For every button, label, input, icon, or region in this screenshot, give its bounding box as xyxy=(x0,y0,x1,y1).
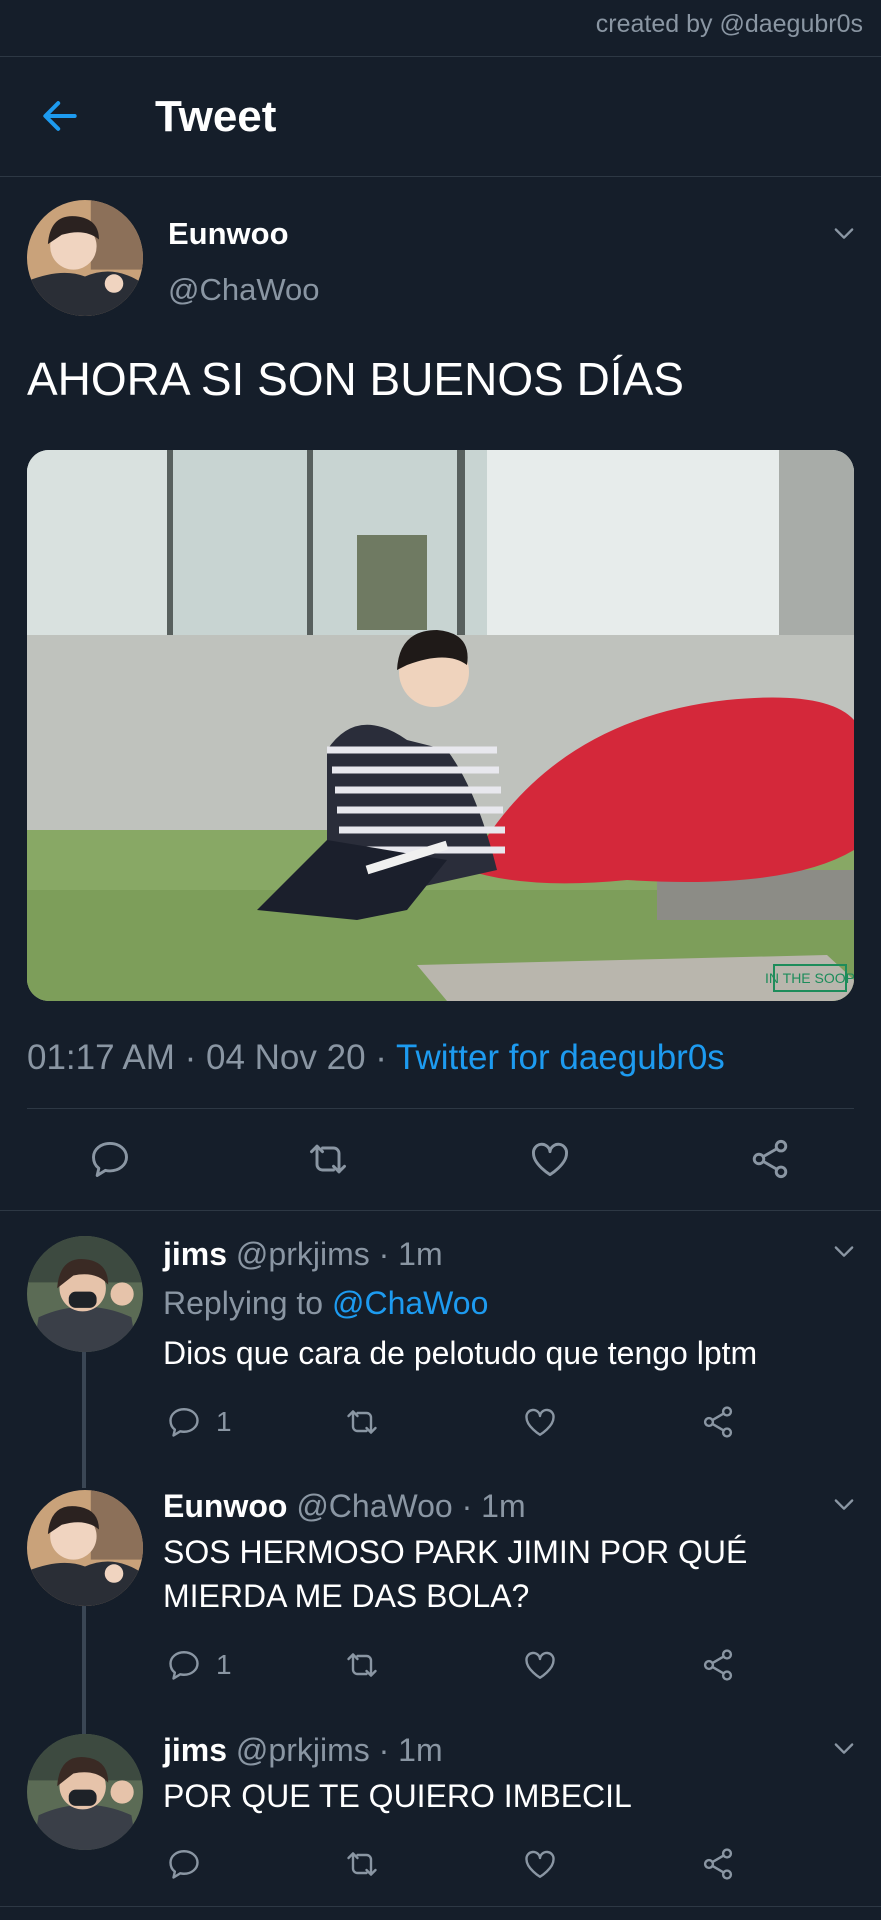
reply-text: POR QUE TE QUIERO IMBECIL xyxy=(163,1778,632,1814)
reply-text: SOS HERMOSO PARK JIMIN POR QUÉ MIERDA ME… xyxy=(163,1530,747,1618)
meta-divider xyxy=(27,1108,854,1109)
retweet-icon[interactable] xyxy=(344,1647,380,1683)
page-title: Tweet xyxy=(155,92,277,141)
reply-author-name[interactable]: jims xyxy=(163,1236,227,1272)
retweet-icon[interactable] xyxy=(344,1404,380,1440)
tweet-photo[interactable]: IN THE SOOP xyxy=(27,450,854,1001)
retweet-icon[interactable] xyxy=(306,1137,350,1181)
chevron-down-icon[interactable] xyxy=(830,1237,858,1265)
bottom-divider xyxy=(0,1906,881,1907)
like-icon[interactable] xyxy=(528,1137,572,1181)
photo-image: IN THE SOOP xyxy=(27,450,854,1001)
author-handle[interactable]: @ChaWoo xyxy=(168,272,320,308)
avatar[interactable] xyxy=(27,200,143,316)
reply-handle-time: @prkjims · 1m xyxy=(227,1236,443,1272)
tweet-meta: 01:17 AM · 04 Nov 20 · Twitter for daegu… xyxy=(27,1038,725,1078)
thread-line xyxy=(82,1352,86,1488)
like-icon[interactable] xyxy=(522,1647,558,1683)
reply-text: Dios que cara de pelotudo que tengo lptm xyxy=(163,1335,758,1371)
watermark-credit: created by @daegubr0s xyxy=(595,10,863,38)
share-icon[interactable] xyxy=(748,1137,792,1181)
top-divider xyxy=(0,56,881,57)
reply-icon[interactable] xyxy=(166,1846,202,1882)
reply-author-name[interactable]: Eunwoo xyxy=(163,1488,287,1524)
reply-icon[interactable] xyxy=(166,1404,202,1440)
replying-to: Replying to @ChaWoo xyxy=(163,1285,488,1322)
avatar[interactable] xyxy=(27,1236,143,1352)
reply-icon[interactable] xyxy=(166,1647,202,1683)
chevron-down-icon[interactable] xyxy=(830,1734,858,1762)
like-icon[interactable] xyxy=(522,1404,558,1440)
replying-mention-link[interactable]: @ChaWoo xyxy=(332,1285,488,1321)
share-icon[interactable] xyxy=(700,1647,736,1683)
avatar[interactable] xyxy=(27,1734,143,1850)
actions-divider xyxy=(0,1210,881,1211)
share-icon[interactable] xyxy=(700,1404,736,1440)
tweet-source-link[interactable]: Twitter for daegubr0s xyxy=(396,1038,725,1077)
chevron-down-icon[interactable] xyxy=(830,219,858,247)
author-name[interactable]: Eunwoo xyxy=(168,216,289,252)
back-arrow-icon[interactable] xyxy=(38,94,82,138)
tweet-text: AHORA SI SON BUENOS DÍAS xyxy=(27,353,684,405)
reply-handle-time: @prkjims · 1m xyxy=(227,1732,443,1768)
thread-line xyxy=(82,1606,86,1734)
reply-handle-time: @ChaWoo · 1m xyxy=(287,1488,526,1524)
reply-header: Eunwoo @ChaWoo · 1m xyxy=(163,1488,526,1525)
replying-prefix: Replying to xyxy=(163,1285,332,1321)
tweet-timestamp: 01:17 AM · 04 Nov 20 · xyxy=(27,1038,397,1077)
reply-count: 1 xyxy=(216,1649,232,1680)
retweet-icon[interactable] xyxy=(344,1846,380,1882)
share-icon[interactable] xyxy=(700,1846,736,1882)
reply-header: jims @prkjims · 1m xyxy=(163,1236,443,1273)
reply-icon[interactable] xyxy=(88,1137,132,1181)
reply-count: 1 xyxy=(216,1406,232,1437)
reply-header: jims @prkjims · 1m xyxy=(163,1732,443,1769)
reply-text-line: MIERDA ME DAS BOLA? xyxy=(163,1578,530,1614)
header-divider xyxy=(0,176,881,177)
reply-text-line: SOS HERMOSO PARK JIMIN POR QUÉ xyxy=(163,1534,748,1570)
photo-watermark-text: IN THE SOOP xyxy=(765,970,854,986)
chevron-down-icon[interactable] xyxy=(830,1490,858,1518)
reply-author-name[interactable]: jims xyxy=(163,1732,227,1768)
like-icon[interactable] xyxy=(522,1846,558,1882)
avatar[interactable] xyxy=(27,1490,143,1606)
top-bar: Tweet xyxy=(0,58,881,176)
